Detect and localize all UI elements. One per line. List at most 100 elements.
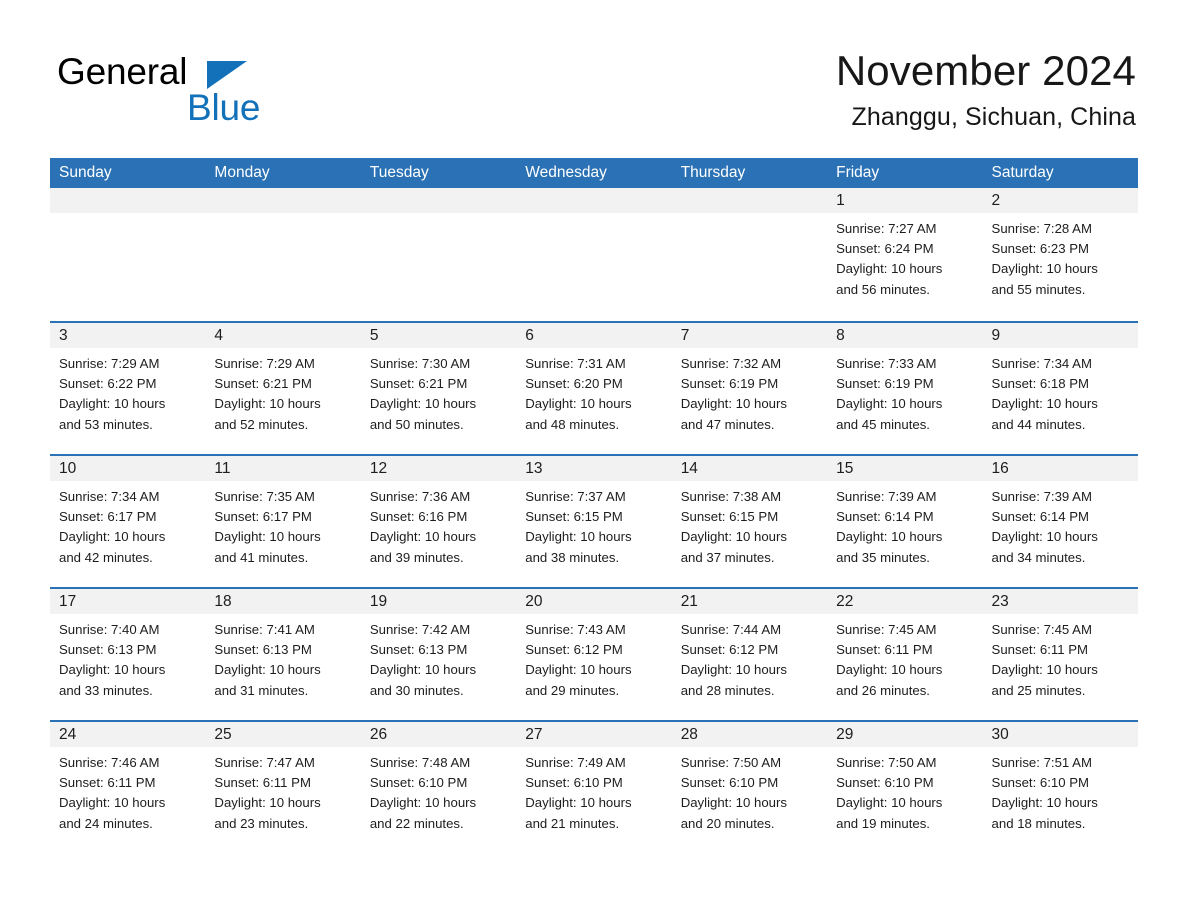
- daylight-text-line2: and 41 minutes.: [214, 549, 309, 565]
- calendar-day-cell[interactable]: 6 Sunrise: 7:31 AM Sunset: 6:20 PM Daylight…: [516, 323, 672, 454]
- calendar-day-cell[interactable]: 29 Sunrise: 7:50 AM Sunset: 6:10 PM Dayligh…: [827, 722, 983, 853]
- calendar-day-cell[interactable]: 23 Sunrise: 7:45 AM Sunset: 6:11 PM Dayligh…: [982, 589, 1138, 720]
- day-number-band: 26: [360, 722, 517, 747]
- sunrise-text: Sunrise: 7:39 AM: [836, 489, 937, 504]
- day-number: 18: [214, 593, 232, 610]
- calendar-day-cell[interactable]: 2 Sunrise: 7:28 AM Sunset: 6:23 PM Daylight…: [982, 188, 1138, 321]
- day-details: Sunrise: 7:33 AM Sunset: 6:19 PM Daylight:…: [827, 348, 982, 435]
- calendar-day-cell[interactable]: 13 Sunrise: 7:37 AM Sunset: 6:15 PM Dayligh…: [516, 456, 672, 587]
- calendar-day-cell[interactable]: 1 Sunrise: 7:27 AM Sunset: 6:24 PM Daylight…: [827, 188, 983, 321]
- calendar-day-cell[interactable]: 28 Sunrise: 7:50 AM Sunset: 6:10 PM Dayligh…: [671, 722, 828, 853]
- day-number: 22: [836, 593, 854, 610]
- daylight-text-line2: and 38 minutes.: [525, 549, 620, 565]
- daylight-text-line1: Daylight: 10 hours: [991, 795, 1098, 811]
- day-number-band: 10: [50, 456, 206, 481]
- sunrise-text: Sunrise: 7:49 AM: [525, 755, 626, 770]
- calendar-day-cell[interactable]: 18 Sunrise: 7:41 AM Sunset: 6:13 PM Dayligh…: [205, 589, 361, 720]
- daylight-text-line1: Daylight: 10 hours: [525, 396, 632, 412]
- sunset-text: Sunset: 6:10 PM: [836, 775, 934, 791]
- daylight-text-line1: Daylight: 10 hours: [369, 529, 477, 545]
- day-details: Sunrise: 7:44 AM Sunset: 6:12 PM Daylight:…: [672, 614, 827, 701]
- calendar-day-cell[interactable]: 4 Sunrise: 7:29 AM Sunset: 6:21 PM Daylight…: [205, 323, 361, 454]
- calendar-day-cell[interactable]: 16 Sunrise: 7:39 AM Sunset: 6:14 PM Dayligh…: [982, 456, 1138, 587]
- sunset-text: Sunset: 6:19 PM: [680, 376, 779, 392]
- day-number-band: 13: [516, 456, 672, 481]
- sunset-text: Sunset: 6:10 PM: [680, 775, 779, 791]
- weekday-header-wednesday: Wednesday: [525, 164, 607, 181]
- day-number: 25: [214, 726, 232, 743]
- calendar-day-cell[interactable]: 9 Sunrise: 7:34 AM Sunset: 6:18 PM Daylight…: [982, 323, 1138, 454]
- sunrise-text: Sunrise: 7:39 AM: [991, 489, 1092, 504]
- day-number: 4: [214, 327, 224, 344]
- calendar-day-cell[interactable]: 3 Sunrise: 7:29 AM Sunset: 6:22 PM Daylight…: [50, 323, 206, 454]
- day-details: Sunrise: 7:45 AM Sunset: 6:11 PM Daylight:…: [827, 614, 982, 701]
- day-details: Sunrise: 7:29 AM Sunset: 6:21 PM Daylight:…: [205, 348, 360, 435]
- sunset-text: Sunset: 6:11 PM: [836, 642, 933, 658]
- weekday-header-thursday: Thursday: [680, 164, 746, 181]
- day-number: 30: [991, 726, 1009, 743]
- sunrise-text: Sunrise: 7:40 AM: [59, 622, 160, 637]
- calendar-day-cell[interactable]: 21 Sunrise: 7:44 AM Sunset: 6:12 PM Dayligh…: [671, 589, 828, 720]
- day-number: 29: [836, 726, 854, 743]
- daylight-text-line2: and 22 minutes.: [369, 815, 464, 831]
- sunset-text: Sunset: 6:10 PM: [369, 775, 468, 791]
- calendar-day-cell[interactable]: 14 Sunrise: 7:38 AM Sunset: 6:15 PM Dayligh…: [671, 456, 828, 587]
- day-details: Sunrise: 7:31 AM Sunset: 6:20 PM Daylight:…: [516, 348, 671, 435]
- calendar-day-cell[interactable]: 17 Sunrise: 7:40 AM Sunset: 6:13 PM Dayligh…: [50, 589, 206, 720]
- day-number: 23: [991, 593, 1009, 610]
- daylight-text-line2: and 31 minutes.: [214, 682, 309, 698]
- calendar-week-row: 3 Sunrise: 7:29 AM Sunset: 6:22 PM Daylight…: [50, 321, 1138, 454]
- day-number-band: 7: [671, 323, 828, 348]
- calendar-day-cell[interactable]: 12 Sunrise: 7:36 AM Sunset: 6:16 PM Dayligh…: [360, 456, 517, 587]
- calendar-day-cell[interactable]: 19 Sunrise: 7:42 AM Sunset: 6:13 PM Dayligh…: [360, 589, 517, 720]
- day-details: Sunrise: 7:41 AM Sunset: 6:13 PM Daylight:…: [205, 614, 360, 701]
- location-subtitle: Zhanggu, Sichuan, China: [851, 103, 1136, 131]
- calendar-day-cell[interactable]: 10 Sunrise: 7:34 AM Sunset: 6:17 PM Dayligh…: [50, 456, 206, 587]
- sunrise-text: Sunrise: 7:38 AM: [680, 489, 782, 504]
- sunset-text: Sunset: 6:20 PM: [525, 376, 623, 392]
- sunset-text: Sunset: 6:19 PM: [836, 376, 934, 392]
- daylight-text-line1: Daylight: 10 hours: [991, 662, 1098, 678]
- sunrise-text: Sunrise: 7:44 AM: [680, 622, 782, 637]
- day-number-band: 5: [360, 323, 517, 348]
- calendar-day-cell[interactable]: 27 Sunrise: 7:49 AM Sunset: 6:10 PM Dayligh…: [516, 722, 672, 853]
- sunset-text: Sunset: 6:14 PM: [991, 509, 1090, 525]
- calendar-day-cell[interactable]: 8 Sunrise: 7:33 AM Sunset: 6:19 PM Daylight…: [827, 323, 983, 454]
- calendar-day-cell[interactable]: 15 Sunrise: 7:39 AM Sunset: 6:14 PM Dayligh…: [827, 456, 983, 587]
- daylight-text-line1: Daylight: 10 hours: [59, 662, 166, 678]
- daylight-text-line2: and 25 minutes.: [991, 682, 1086, 698]
- calendar-day-cell[interactable]: 11 Sunrise: 7:35 AM Sunset: 6:17 PM Dayligh…: [205, 456, 361, 587]
- daylight-text-line1: Daylight: 10 hours: [836, 529, 943, 545]
- calendar-weeks: 1 Sunrise: 7:27 AM Sunset: 6:24 PM Daylight…: [50, 188, 1138, 853]
- day-details: Sunrise: 7:28 AM Sunset: 6:23 PM Daylight:…: [983, 213, 1138, 300]
- calendar-day-cell[interactable]: 26 Sunrise: 7:48 AM Sunset: 6:10 PM Dayligh…: [360, 722, 517, 853]
- weekday-header-tuesday: Tuesday: [369, 164, 429, 181]
- calendar-day-cell[interactable]: 25 Sunrise: 7:47 AM Sunset: 6:11 PM Dayligh…: [205, 722, 361, 853]
- calendar-day-cell[interactable]: 5 Sunrise: 7:30 AM Sunset: 6:21 PM Daylight…: [360, 323, 517, 454]
- generalblue-logo[interactable]: General Blue: [57, 52, 377, 130]
- sunrise-text: Sunrise: 7:41 AM: [214, 622, 315, 637]
- sunset-text: Sunset: 6:14 PM: [836, 509, 934, 525]
- day-number-band: [360, 188, 517, 213]
- day-details: Sunrise: 7:46 AM Sunset: 6:11 PM Daylight:…: [50, 747, 205, 834]
- day-number: 15: [836, 460, 854, 477]
- daylight-text-line2: and 53 minutes.: [59, 416, 153, 432]
- day-number-band: 24: [50, 722, 206, 747]
- weekday-header-sunday: Sunday: [59, 164, 112, 181]
- daylight-text-line2: and 26 minutes.: [836, 682, 930, 698]
- calendar-day-cell[interactable]: 22 Sunrise: 7:45 AM Sunset: 6:11 PM Dayligh…: [827, 589, 983, 720]
- day-details: Sunrise: 7:35 AM Sunset: 6:17 PM Daylight:…: [205, 481, 360, 568]
- day-number: 26: [369, 726, 388, 743]
- day-details: Sunrise: 7:42 AM Sunset: 6:13 PM Daylight:…: [361, 614, 516, 701]
- calendar-day-cell[interactable]: 30 Sunrise: 7:51 AM Sunset: 6:10 PM Dayligh…: [982, 722, 1138, 853]
- calendar-day-cell[interactable]: 7 Sunrise: 7:32 AM Sunset: 6:19 PM Daylight…: [671, 323, 828, 454]
- daylight-text-line1: Daylight: 10 hours: [214, 795, 321, 811]
- calendar-day-cell[interactable]: 24 Sunrise: 7:46 AM Sunset: 6:11 PM Dayligh…: [50, 722, 206, 853]
- day-number: 13: [525, 460, 543, 477]
- sunrise-text: Sunrise: 7:48 AM: [369, 755, 471, 770]
- calendar-day-cell[interactable]: 20 Sunrise: 7:43 AM Sunset: 6:12 PM Dayligh…: [516, 589, 672, 720]
- sunset-text: Sunset: 6:24 PM: [836, 241, 934, 257]
- sunrise-text: Sunrise: 7:34 AM: [991, 356, 1092, 371]
- day-number: 19: [369, 593, 388, 610]
- logo-text-general: General: [57, 51, 188, 92]
